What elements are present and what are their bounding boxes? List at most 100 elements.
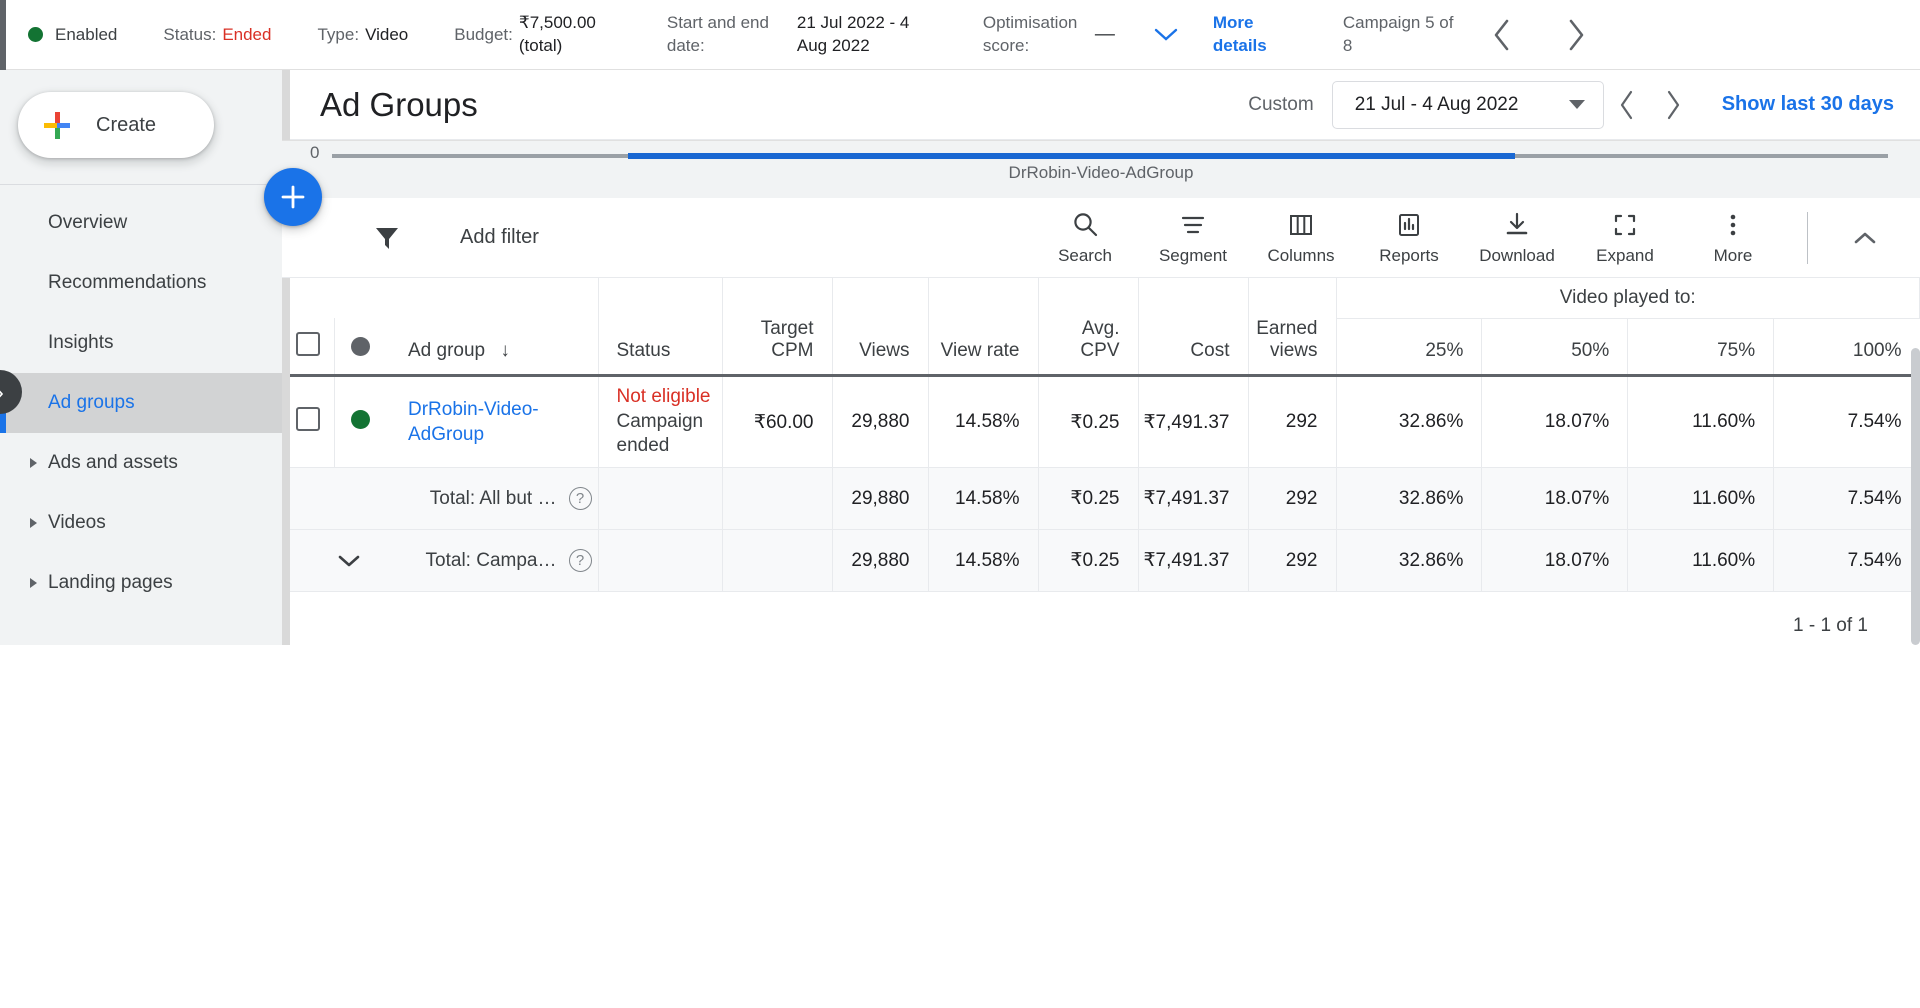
spacer-cell [722,278,832,318]
segment-button[interactable]: Segment [1139,210,1247,266]
sidebar-item-recommendations[interactable]: Recommendations [0,253,282,313]
start-end-label: Start and end date: [667,12,791,58]
table-body: DrRobin-Video-AdGroup Not eligible Campa… [282,376,1920,592]
collapse-panel-button[interactable] [1828,228,1902,248]
sidebar-item-label: Insights [48,332,113,354]
prev-period-button[interactable] [1604,89,1650,121]
more-details-link[interactable]: More details [1213,12,1289,58]
total-cost-cell: ₹7,491.37 [1138,468,1248,530]
enabled-dot-icon [351,410,370,429]
toolbar-actions: Search Segment Columns Reports [1031,210,1920,266]
ad-group-link[interactable]: DrRobin-Video-AdGroup [408,399,539,445]
column-header-status[interactable]: Status [598,318,722,376]
custom-label: Custom [1248,94,1313,116]
column-header-played-25[interactable]: 25% [1336,318,1482,376]
status-badge: Not eligible [617,385,722,410]
more-vert-icon [1718,210,1748,240]
total-played-75-cell: 11.60% [1628,530,1774,592]
total-cost-cell: ₹7,491.37 [1138,530,1248,592]
row-checkbox[interactable] [296,407,320,431]
optimisation-label: Optimisation score: [983,12,1095,58]
table-head: Video played to: Ad group ↓ Status Targe… [282,278,1920,376]
column-header-played-75[interactable]: 75% [1628,318,1774,376]
column-header-played-50[interactable]: 50% [1482,318,1628,376]
column-header-avg-cpv[interactable]: Avg. CPV [1038,318,1138,376]
window-grip [0,0,6,70]
table-header-row: Ad group ↓ Status Target CPM Views View … [282,318,1920,376]
column-header-views[interactable]: Views [832,318,928,376]
total-label: Total: Campa… [426,550,557,572]
avg-cpv-cell: ₹0.25 [1038,376,1138,468]
next-period-button[interactable] [1650,89,1696,121]
date-range-select[interactable]: 21 Jul - 4 Aug 2022 [1332,81,1604,129]
column-header-played-100[interactable]: 100% [1774,318,1920,376]
toolbar-label: Search [1058,246,1112,266]
help-icon[interactable]: ? [569,487,592,510]
total-played-50-cell: 18.07% [1482,530,1628,592]
toolbar-label: Reports [1379,246,1439,266]
spacer-cell [386,278,598,318]
column-header-earned-views[interactable]: Earned views [1248,318,1336,376]
spacer-cell [1248,278,1336,318]
sidebar-nav: Overview Recommendations Insights Ad gro… [0,184,282,613]
chevron-right-icon: › [0,379,4,406]
reports-icon [1394,210,1424,240]
more-button[interactable]: More [1679,210,1787,266]
filter-icon[interactable] [372,223,402,253]
table-vertical-scrollbar[interactable] [1911,348,1920,645]
toolbar-label: Columns [1267,246,1334,266]
total-played-75-cell: 11.60% [1628,468,1774,530]
columns-button[interactable]: Columns [1247,210,1355,266]
sidebar-item-ad-groups[interactable]: Ad groups [0,373,282,433]
total-view-rate-cell: 14.58% [928,468,1038,530]
reports-button[interactable]: Reports [1355,210,1463,266]
played-50-cell: 18.07% [1482,376,1628,468]
chevron-down-icon[interactable] [334,551,386,571]
spacer-cell [1038,278,1138,318]
status-label: Status: [163,25,216,45]
main-content: Ad Groups Custom 21 Jul - 4 Aug 2022 Sho… [282,70,1920,645]
next-campaign-button[interactable] [1551,17,1601,53]
total-avg-cpv-cell: ₹0.25 [1038,530,1138,592]
sidebar-item-label: Ads and assets [48,452,178,474]
sidebar-item-videos[interactable]: Videos [0,493,282,553]
add-ad-group-button[interactable] [264,168,322,226]
sidebar-item-overview[interactable]: Overview [0,193,282,253]
played-75-cell: 11.60% [1628,376,1774,468]
column-header-view-rate[interactable]: View rate [928,318,1038,376]
segment-icon [1178,210,1208,240]
sidebar-item-insights[interactable]: Insights [0,313,282,373]
table-row: Total: All but … ? 29,880 14.58% ₹0.25 ₹… [282,468,1920,530]
sidebar-item-label: Ad groups [48,392,135,414]
download-button[interactable]: Download [1463,210,1571,266]
chevron-down-icon[interactable] [1153,27,1179,43]
show-last-30-days-link[interactable]: Show last 30 days [1722,93,1894,116]
create-button[interactable]: Create [18,92,214,158]
select-all-checkbox[interactable] [296,332,320,356]
expand-button[interactable]: Expand [1571,210,1679,266]
table-row[interactable]: DrRobin-Video-AdGroup Not eligible Campa… [282,376,1920,468]
column-header-target-cpm[interactable]: Target CPM [722,318,832,376]
add-filter-button[interactable]: Add filter [460,226,539,249]
campaign-budget: Budget: ₹7,500.00 (total) [454,12,627,58]
search-button[interactable]: Search [1031,210,1139,266]
earned-views-cell: 292 [1248,376,1336,468]
campaign-status: Status: Ended [163,25,271,45]
total-target-cpm-cell [722,468,832,530]
caret-right-icon [30,578,37,588]
prev-campaign-button[interactable] [1477,17,1527,53]
column-header-ad-group[interactable]: Ad group ↓ [386,318,598,376]
plus-icon [44,112,70,138]
search-icon [1070,210,1100,240]
help-icon[interactable]: ? [569,549,592,572]
toolbar-label: Segment [1159,246,1227,266]
page-title: Ad Groups [320,86,478,124]
create-button-wrapper: Create [0,70,282,184]
campaign-enabled-status: Enabled [28,25,117,45]
expand-icon [1610,210,1640,240]
budget-label: Budget: [454,25,513,45]
sidebar-item-landing-pages[interactable]: Landing pages [0,553,282,613]
spacer-cell [334,278,386,318]
column-header-cost[interactable]: Cost [1138,318,1248,376]
sidebar-item-ads-and-assets[interactable]: Ads and assets [0,433,282,493]
